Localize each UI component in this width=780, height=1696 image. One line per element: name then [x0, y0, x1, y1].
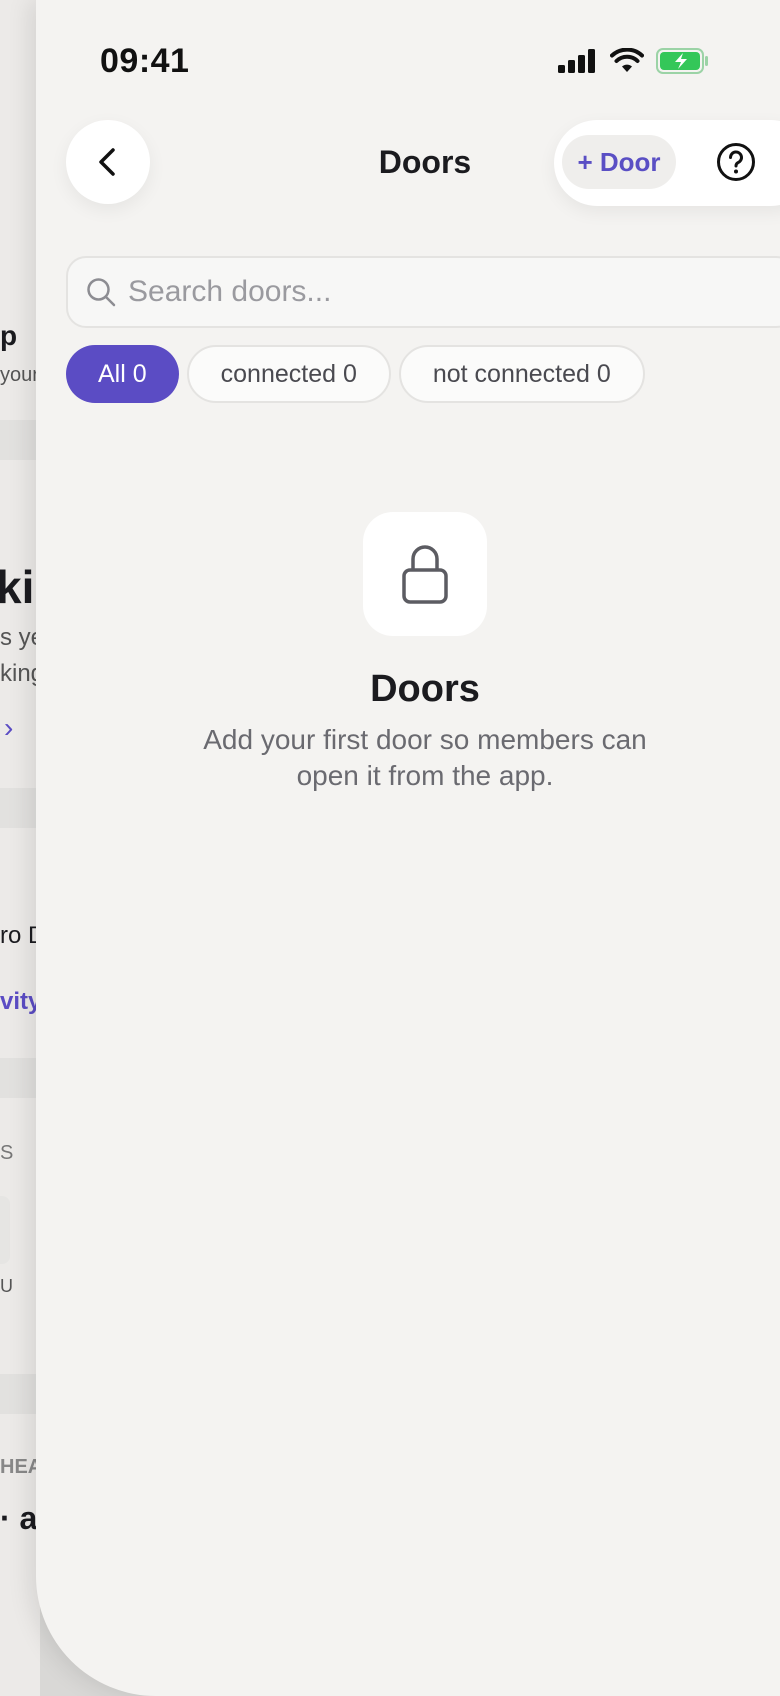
empty-state-icon-box	[363, 512, 487, 636]
bg-divider	[0, 788, 40, 828]
question-mark-icon	[717, 143, 755, 181]
background-screen: p your kin s ye king › ro D vity S U HEA…	[0, 0, 40, 1696]
bg-fragment: S	[0, 1142, 14, 1164]
bg-fragment: s ye	[0, 624, 40, 651]
status-bar: 09:41	[36, 0, 780, 120]
chevron-right-icon: ›	[4, 712, 14, 743]
lock-icon	[402, 545, 448, 604]
bg-fragment: kin	[0, 561, 40, 613]
bg-fragment: · a	[0, 1500, 38, 1536]
bg-fragment: U	[0, 1276, 13, 1296]
bg-divider	[0, 1374, 40, 1414]
bg-fragment: HEA	[0, 1456, 40, 1478]
search-icon	[87, 278, 116, 307]
cellular-signal-icon	[558, 49, 598, 78]
bg-fragment: ro D	[0, 922, 40, 949]
search-input[interactable]	[128, 275, 728, 309]
add-door-button[interactable]: + Door	[562, 135, 676, 189]
filter-chip-not-connected[interactable]: not connected 0	[398, 345, 645, 403]
bg-fragment: your	[0, 364, 39, 386]
doors-screen: 09:41 Doors + Door Search doors... All 0…	[36, 0, 780, 1696]
battery-charging-icon	[656, 48, 710, 79]
bg-fragment: king	[0, 660, 40, 687]
help-button[interactable]	[716, 142, 756, 182]
status-time: 09:41	[100, 42, 190, 80]
empty-state-title: Doors	[370, 668, 480, 710]
filter-chip-connected[interactable]: connected 0	[186, 345, 391, 403]
empty-state-description-line: Add your first door so members can	[203, 724, 647, 755]
bg-card	[0, 1196, 10, 1264]
wifi-icon	[610, 47, 644, 79]
bg-fragment: vity	[0, 988, 40, 1015]
filter-chips: All 0 connected 0 not connected 0	[66, 345, 645, 403]
bg-divider	[0, 1058, 40, 1098]
bg-fragment: p	[0, 320, 18, 351]
bg-divider	[0, 420, 40, 460]
status-icons	[558, 47, 710, 79]
search-field[interactable]	[66, 256, 780, 328]
empty-state-description: Add your first door so members can open …	[36, 722, 780, 794]
empty-state-description-line: open it from the app.	[296, 760, 554, 791]
filter-chip-all[interactable]: All 0	[66, 345, 179, 403]
header-actions: + Door	[554, 120, 780, 206]
